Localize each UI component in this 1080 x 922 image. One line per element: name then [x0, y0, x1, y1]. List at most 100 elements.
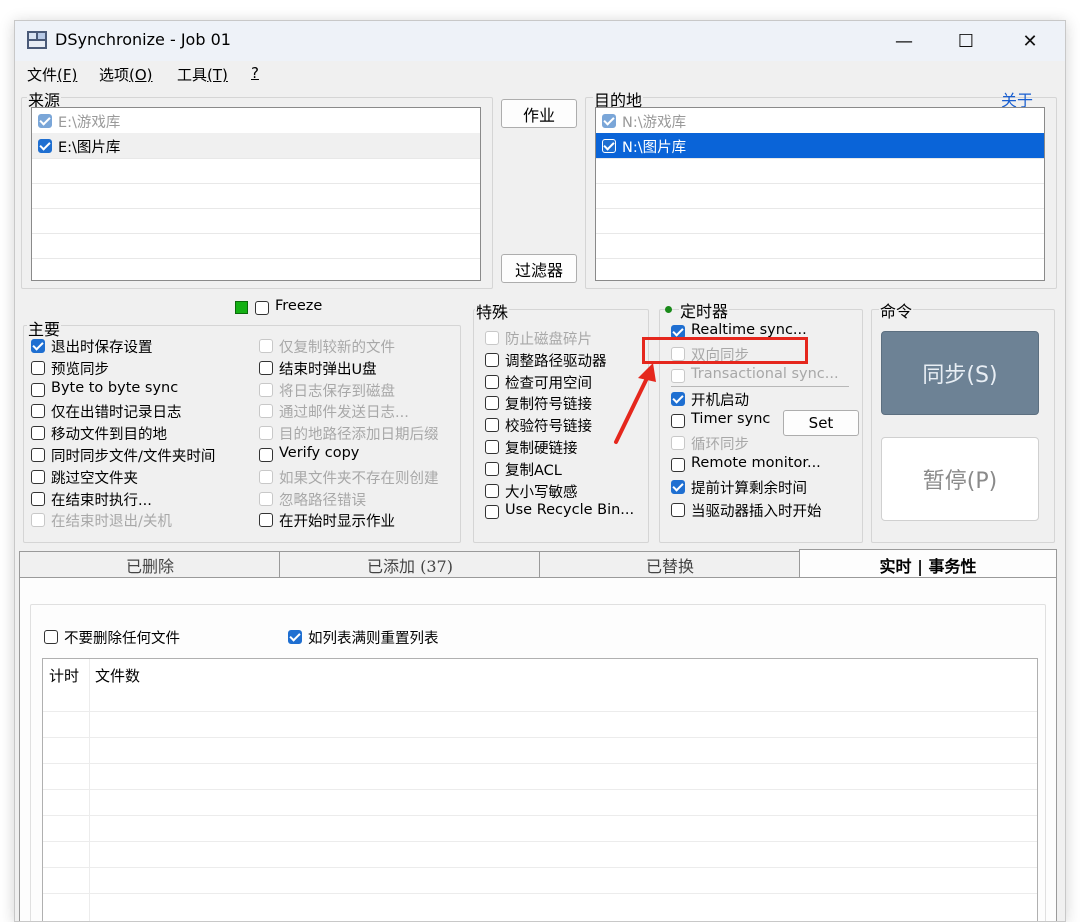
checkbox-box[interactable]	[259, 448, 273, 462]
close-button[interactable]: ✕	[1007, 21, 1053, 61]
source-path: E:\游戏库	[58, 115, 121, 131]
checkbox-box[interactable]	[31, 404, 45, 419]
checkbox-box[interactable]	[671, 436, 685, 450]
window-title: DSynchronize - Job 01	[55, 30, 231, 49]
checkbox-box[interactable]	[671, 391, 685, 406]
menu-options[interactable]: 选项(O)	[99, 64, 153, 85]
timer-option-label: Realtime sync...	[691, 322, 807, 338]
tab-added[interactable]: 已添加 (37)	[279, 551, 541, 578]
tab-realtime[interactable]: 实时 | 事务性	[799, 549, 1057, 580]
main-option-label: Byte to byte sync	[51, 379, 179, 396]
source-list[interactable]: E:\游戏库 E:\图片库	[31, 107, 481, 281]
maximize-button[interactable]: ☐	[943, 21, 989, 61]
main-option-label: 在结束时退出/关机	[51, 514, 172, 531]
main-option-label: 忽略路径错误	[279, 492, 366, 509]
app-icon	[27, 31, 47, 49]
menu-help[interactable]: ?	[251, 64, 259, 82]
source-path: E:\图片库	[58, 140, 121, 156]
command-label: 命令	[879, 298, 914, 322]
column-header-file-count[interactable]: 文件数	[95, 665, 140, 686]
main-option-label: 如果文件夹不存在则创建	[279, 470, 439, 487]
pause-button[interactable]: 暂停(P)	[881, 437, 1039, 521]
checkbox-box[interactable]	[259, 513, 273, 528]
destination-item-checkbox[interactable]	[602, 114, 616, 128]
realtime-list[interactable]: 计时 文件数	[42, 658, 1038, 921]
checkbox-box[interactable]	[259, 360, 273, 375]
checkbox-box[interactable]	[485, 418, 499, 433]
tab-deleted[interactable]: 已删除	[19, 551, 281, 578]
timer-option-label: 当驱动器插入时开始	[691, 503, 822, 520]
checkbox-box[interactable]	[485, 483, 499, 498]
special-option-label: 复制硬链接	[505, 441, 578, 457]
checkbox-box[interactable]	[31, 360, 45, 375]
timer-separator	[671, 386, 849, 387]
main-option-label: 仅复制较新的文件	[279, 340, 395, 356]
checkbox-box[interactable]	[485, 505, 499, 520]
checkbox-box[interactable]	[31, 382, 45, 397]
filter-button[interactable]: 过滤器	[501, 254, 577, 283]
checkbox-box[interactable]	[485, 352, 499, 367]
checkbox-box[interactable]	[31, 469, 45, 484]
checkbox-box[interactable]	[485, 396, 499, 411]
tab-replaced[interactable]: 已替换	[539, 551, 801, 578]
timer-label: 定时器	[679, 298, 730, 322]
main-option-label: 预览同步	[51, 361, 109, 378]
checkbox-box[interactable]	[671, 480, 685, 495]
source-item-checkbox[interactable]	[38, 139, 52, 153]
timer-option-label: 循环同步	[691, 437, 749, 453]
job-button[interactable]: 作业	[501, 99, 577, 128]
checkbox-box[interactable]	[31, 448, 45, 462]
checkbox-box[interactable]	[485, 331, 499, 345]
checkbox-box[interactable]	[485, 461, 499, 476]
checkbox-box[interactable]	[259, 426, 273, 441]
annotation-arrow-icon	[614, 363, 656, 444]
checkbox-box[interactable]	[259, 404, 273, 419]
main-option-label: 退出时保存设置	[51, 340, 153, 356]
checkbox-box[interactable]	[31, 513, 45, 528]
checkbox-box[interactable]	[671, 458, 685, 473]
special-option-label: 调整路径驱动器	[505, 353, 607, 370]
list-item[interactable]: E:\图片库	[32, 133, 480, 159]
checkbox-box[interactable]	[31, 426, 45, 441]
special-option-label: 检查可用空间	[505, 375, 592, 392]
tab-panel: 不要删除任何文件 如列表满则重置列表 计时 文件数	[19, 577, 1057, 921]
checkbox-box[interactable]	[259, 469, 273, 484]
timer-option-label: Transactional sync...	[691, 366, 839, 383]
freeze-indicator-icon	[235, 301, 248, 314]
title-bar: DSynchronize - Job 01 — ☐ ✕	[15, 21, 1065, 61]
main-option-label: 在开始时显示作业	[279, 514, 395, 531]
checkbox-box[interactable]	[259, 382, 273, 397]
list-item[interactable]: N:\图片库	[596, 133, 1044, 159]
checkbox-box[interactable]	[31, 339, 45, 353]
column-header-time[interactable]: 计时	[49, 665, 79, 686]
checkbox-box[interactable]	[671, 413, 685, 428]
checkbox-box[interactable]	[485, 440, 499, 454]
list-item[interactable]: N:\游戏库	[596, 108, 1044, 134]
annotation-highlight-box	[642, 337, 808, 364]
list-item[interactable]: E:\游戏库	[32, 108, 480, 134]
destination-item-checkbox[interactable]	[602, 139, 616, 153]
app-window: DSynchronize - Job 01 — ☐ ✕ 文件(F) 选项(O) …	[14, 20, 1066, 922]
main-option-label: 通过邮件发送日志...	[279, 405, 409, 422]
checkbox-box[interactable]	[485, 374, 499, 389]
minimize-button[interactable]: —	[881, 21, 927, 61]
timer-set-button[interactable]: Set	[783, 410, 859, 436]
destination-list[interactable]: N:\游戏库 N:\图片库	[595, 107, 1045, 281]
special-option-label: 复制ACL	[505, 462, 562, 479]
checkbox-box[interactable]	[671, 369, 685, 384]
checkbox-box[interactable]	[259, 339, 273, 353]
special-option-label: 防止磁盘碎片	[505, 332, 592, 348]
timer-option-label: Remote monitor...	[691, 455, 821, 472]
special-label: 特殊	[475, 299, 510, 323]
menu-file[interactable]: 文件(F)	[27, 64, 77, 85]
close-icon: ✕	[1022, 30, 1038, 52]
main-option-label: 将日志保存到磁盘	[279, 383, 395, 400]
checkbox-box[interactable]	[259, 491, 273, 506]
checkbox-box[interactable]	[671, 502, 685, 517]
sync-button[interactable]: 同步(S)	[881, 331, 1039, 415]
checkbox-box[interactable]	[31, 491, 45, 506]
minimize-icon: —	[895, 30, 913, 52]
source-item-checkbox[interactable]	[38, 114, 52, 128]
menu-tools[interactable]: 工具(T)	[177, 64, 228, 85]
main-option-label: 同时同步文件/文件夹时间	[51, 449, 216, 465]
